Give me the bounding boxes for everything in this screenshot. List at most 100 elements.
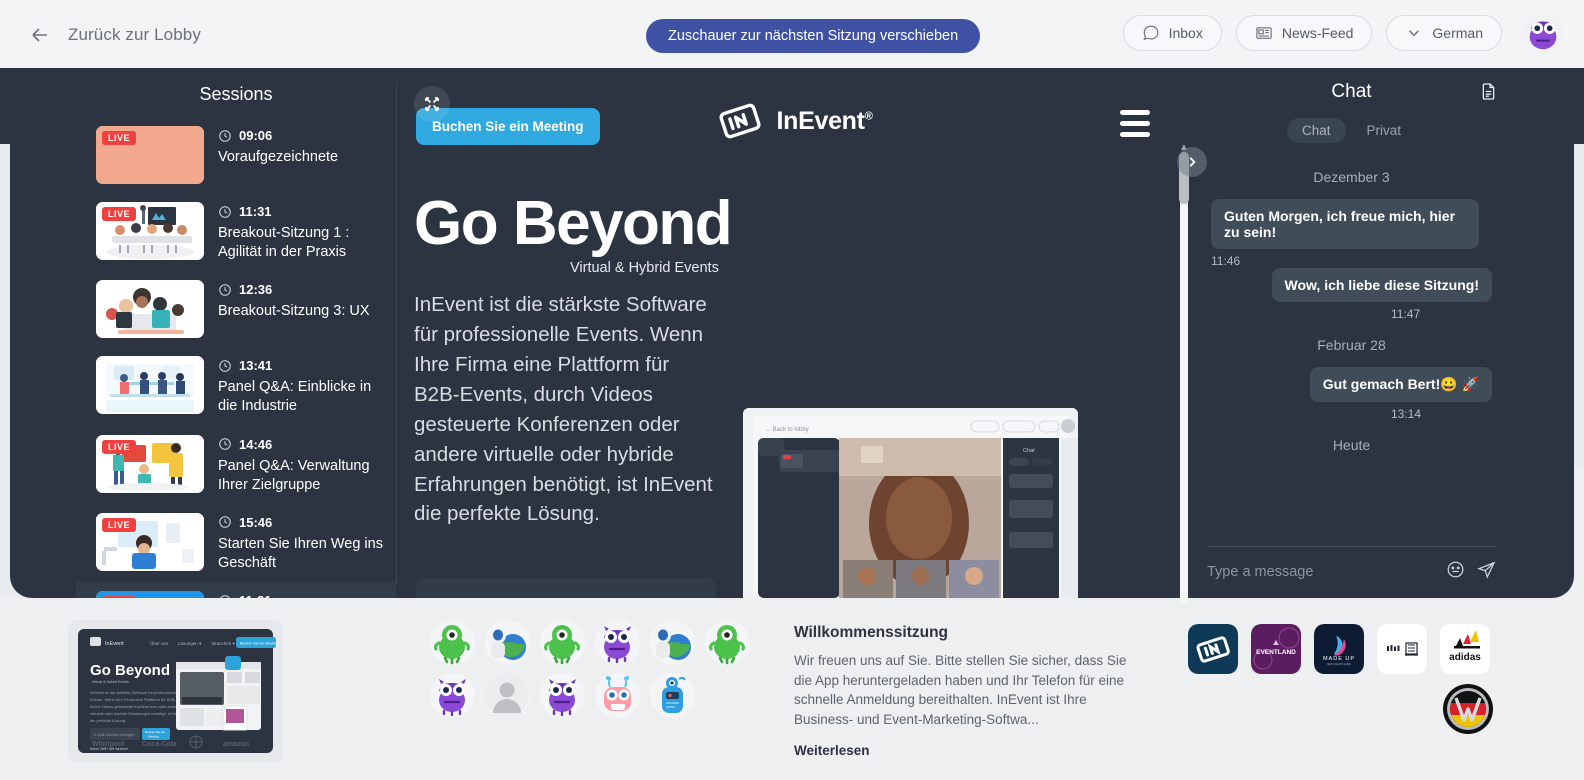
svg-text:InEvent ist die stärkste Softw: InEvent ist die stärkste Software für pr…: [90, 690, 179, 695]
user-avatar[interactable]: [1522, 12, 1564, 54]
attendee-avatar[interactable]: [595, 620, 640, 665]
attendee-avatar[interactable]: [485, 620, 530, 665]
attendee-avatar[interactable]: [650, 673, 695, 718]
language-selector[interactable]: German: [1386, 15, 1502, 51]
expand-fullscreen-button[interactable]: [414, 86, 450, 122]
session-list-item[interactable]: LIVE 09:06 Voraufgezeichnete: [76, 117, 396, 193]
clock-icon: [219, 516, 231, 529]
clock-icon: [219, 205, 231, 218]
sponsor-logo[interactable]: [1188, 624, 1238, 674]
sessions-panel: Sessions LIVE 09:06 Voraufgezeichnete LIVE 1…: [76, 68, 396, 598]
session-time: 15:46: [218, 515, 386, 530]
session-list-item[interactable]: LIVE 14:46 Panel Q&A: Verwaltung Ihrer Zie…: [76, 426, 396, 504]
session-preview-thumbnail[interactable]: InEvent Über uns Lösungen ▾ Branchen ▾ P…: [68, 620, 283, 762]
attendee-avatar[interactable]: [595, 673, 640, 718]
live-badge: LIVE: [102, 207, 137, 221]
chat-tab-chat[interactable]: Chat: [1286, 118, 1346, 143]
session-headline: Go Beyond: [414, 189, 733, 258]
send-paper-plane-icon[interactable]: [1477, 560, 1496, 584]
session-name: Breakout-Sitzung 1 : Agilität in der Pra…: [218, 225, 350, 261]
emoji-smiley-icon[interactable]: [1446, 560, 1465, 584]
sponsor-logos: EVENTLAND MADE UP BEST EVENTS EVER adidas: [1188, 624, 1508, 734]
attendee-avatar[interactable]: [650, 620, 695, 665]
svg-text:BEST EVENTS EVER: BEST EVENTS EVER: [1327, 663, 1351, 666]
back-to-lobby-button[interactable]: Zurück zur Lobby: [28, 23, 201, 47]
svg-text:Coca-Cola: Coca-Cola: [142, 741, 177, 748]
session-time: 14:46: [218, 437, 386, 452]
language-label: German: [1432, 25, 1483, 41]
session-list-item[interactable]: LIVE 11:31 Breakout-Sitzung 1 : Agilität i…: [76, 193, 396, 271]
session-name: Starten Sie Ihren Weg ins Geschäft: [218, 535, 383, 571]
inbox-button[interactable]: Inbox: [1122, 15, 1222, 51]
top-bar: Zurück zur Lobby Zuschauer zur nächsten …: [0, 0, 1584, 70]
chat-day-separator: Heute: [1332, 437, 1371, 453]
session-subheadline: Virtual & Hybrid Events: [570, 260, 719, 276]
chat-day-separator: Februar 28: [1317, 337, 1386, 353]
attendee-avatar[interactable]: [430, 673, 475, 718]
session-content-panel: Buchen Sie ein Meeting InEvent® Go Beyon…: [400, 68, 1190, 598]
inevent-brand-text: InEvent®: [776, 106, 873, 135]
session-thumbnail: [96, 356, 204, 415]
svg-text:← Back to lobby: ← Back to lobby: [765, 427, 809, 433]
sponsor-logo[interactable]: [1443, 684, 1493, 734]
document-icon: [1482, 83, 1495, 100]
chat-day-separator: Dezember 3: [1313, 169, 1390, 185]
attendee-avatar[interactable]: [485, 673, 530, 718]
svg-text:E-Mail-Adresse eintragen: E-Mail-Adresse eintragen: [94, 733, 135, 737]
sessions-list: LIVE 09:06 Voraufgezeichnete LIVE 11:31 Break…: [76, 117, 396, 598]
svg-text:Whirlpool: Whirlpool: [92, 741, 124, 748]
top-bar-actions: Inbox News-Feed German: [1122, 12, 1564, 54]
chat-message: Guten Morgen, ich freue mich, hier zu se…: [1211, 199, 1492, 268]
sponsor-logo[interactable]: EVENTLAND: [1251, 624, 1301, 674]
welcome-title: Willkommenssitzung: [794, 624, 949, 641]
hamburger-menu-icon[interactable]: [1120, 110, 1150, 143]
chat-message-time: 13:14: [1391, 407, 1422, 421]
svg-text:Über uns: Über uns: [150, 640, 169, 646]
chat-tabs: Chat Privat: [1195, 118, 1508, 143]
sponsor-logo[interactable]: adidas: [1440, 624, 1490, 674]
read-more-link[interactable]: Weiterlesen: [794, 743, 1139, 758]
svg-text:Go Beyond: Go Beyond: [90, 662, 170, 679]
session-time: 13:41: [218, 358, 386, 373]
session-list-item[interactable]: LIVE 11:31: [76, 582, 396, 598]
attendee-avatars: [430, 620, 760, 718]
content-scrollbar[interactable]: ▲ ▼: [1178, 142, 1190, 666]
session-list-item[interactable]: 13:41 Panel Q&A: Einblicke in die Industr…: [76, 347, 396, 425]
inevent-logo-icon: [717, 98, 763, 144]
scrollbar-track[interactable]: [1180, 152, 1188, 650]
sponsor-logo[interactable]: MADE UP BEST EVENTS EVER: [1314, 624, 1364, 674]
svg-text:EVENTLAND: EVENTLAND: [1256, 649, 1296, 656]
chat-message-bubble: Guten Morgen, ich freue mich, hier zu se…: [1211, 199, 1479, 249]
session-list-item[interactable]: LIVE 15:46 Starten Sie Ihren Weg ins Gesch…: [76, 504, 396, 582]
welcome-body: Wir freuen uns auf Sie. Bitte stellen Si…: [794, 653, 1127, 727]
chat-tab-privat[interactable]: Privat: [1352, 118, 1417, 143]
session-time: 12:36: [218, 282, 386, 297]
session-name: Panel Q&A: Verwaltung Ihrer Zielgruppe: [218, 457, 370, 493]
expand-arrows-icon: [425, 97, 439, 111]
attendee-avatar[interactable]: [705, 620, 750, 665]
clock-icon: [219, 129, 231, 142]
svg-text:Buchen Sie ein Meeting: Buchen Sie ein Meeting: [240, 642, 278, 646]
session-time: 09:06: [218, 128, 386, 143]
chat-transcript-button[interactable]: [1479, 82, 1498, 106]
news-feed-button[interactable]: News-Feed: [1235, 15, 1373, 51]
session-list-item[interactable]: 12:36 Breakout-Sitzung 3: UX: [76, 271, 396, 347]
welcome-session-card: Willkommenssitzung Wir freuen uns auf Si…: [794, 624, 1139, 758]
attendee-avatar[interactable]: [540, 620, 585, 665]
attendee-avatar[interactable]: [430, 620, 475, 665]
session-time: 11:31: [218, 204, 386, 219]
move-viewers-next-session-button[interactable]: Zuschauer zur nächsten Sitzung verschieb…: [646, 19, 981, 53]
chevron-down-icon: [1409, 30, 1420, 37]
attendee-avatar[interactable]: [540, 673, 585, 718]
svg-text:InEvent: InEvent: [105, 641, 124, 647]
svg-text:Virtual & Hybrid Events: Virtual & Hybrid Events: [92, 680, 129, 684]
chat-message-input[interactable]: [1207, 564, 1434, 580]
news-feed-label: News-Feed: [1281, 25, 1354, 41]
clock-icon: [219, 438, 231, 450]
sponsor-logo[interactable]: [1377, 624, 1427, 674]
virtual-event-app: Zurück zur Lobby Zuschauer zur nächsten …: [0, 0, 1584, 780]
collapse-chat-panel-button[interactable]: [1177, 147, 1207, 177]
svg-text:virtuelle oder hybride Erfahru: virtuelle oder hybride Erfahrungen benöt…: [90, 711, 187, 716]
session-thumbnail: LIVE: [96, 591, 204, 598]
chat-title: Chat: [1331, 81, 1372, 102]
